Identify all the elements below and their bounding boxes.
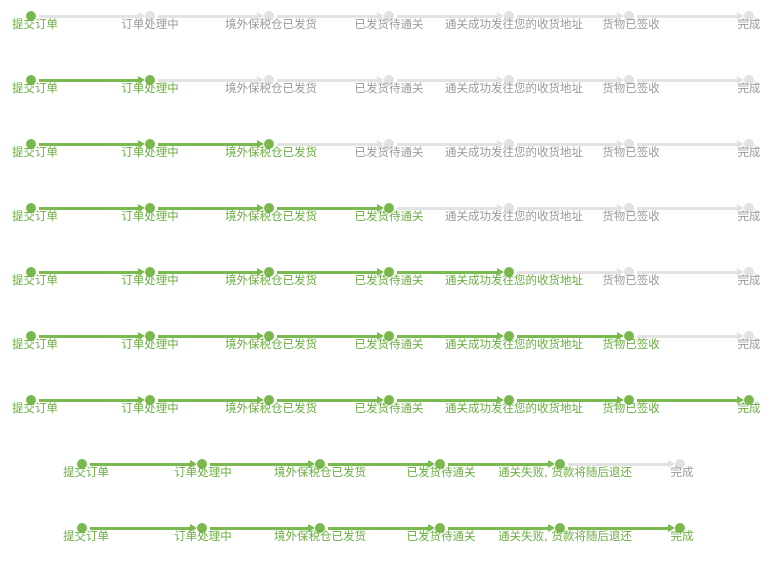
step-label: 境外保税仓已发货 — [225, 209, 317, 223]
step-label: 境外保税仓已发货 — [225, 401, 317, 415]
step-label: 提交订单 — [63, 465, 109, 479]
progress-tracker: 提交订单 订单处理中 境外保税仓已发货 已发货待通关 通关成功发往您的收货地址 货物已签收… — [0, 192, 780, 240]
step-label: 完成 — [737, 273, 761, 287]
step-label: 完成 — [737, 337, 761, 351]
step-label: 订单处理中 — [121, 145, 179, 159]
step-label: 通关失败, 货款将随后退还 — [498, 529, 632, 543]
step-label: 完成 — [670, 465, 694, 479]
step-label: 订单处理中 — [121, 81, 179, 95]
step-label: 订单处理中 — [121, 273, 179, 287]
progress-tracker: 提交订单 订单处理中 境外保税仓已发货 已发货待通关 通关成功发往您的收货地址 货物已签收… — [0, 256, 780, 304]
step-label: 已发货待通关 — [354, 17, 424, 31]
step-label: 已发货待通关 — [406, 465, 476, 479]
step-label: 通关成功发往您的收货地址 — [445, 81, 583, 95]
step-label: 货物已签收 — [602, 273, 660, 287]
step-label: 完成 — [670, 529, 694, 543]
step-label: 提交订单 — [12, 81, 58, 95]
step-label: 提交订单 — [12, 17, 58, 31]
step-label: 提交订单 — [12, 209, 58, 223]
step-label: 提交订单 — [12, 145, 58, 159]
step-label: 境外保税仓已发货 — [225, 145, 317, 159]
step-label: 通关成功发往您的收货地址 — [445, 401, 583, 415]
step-label: 境外保税仓已发货 — [225, 337, 317, 351]
step-label: 提交订单 — [12, 401, 58, 415]
step-label: 货物已签收 — [602, 17, 660, 31]
step-label: 订单处理中 — [121, 209, 179, 223]
step-label: 通关成功发往您的收货地址 — [445, 209, 583, 223]
progress-tracker: 提交订单 订单处理中 境外保税仓已发货 已发货待通关 通关成功发往您的收货地址 货物已签收… — [0, 320, 780, 368]
order-progress-trackers: 提交订单 订单处理中 境外保税仓已发货 已发货待通关 通关成功发往您的收货地址 货物已签收… — [0, 0, 780, 568]
step-label: 通关成功发往您的收货地址 — [445, 145, 583, 159]
step-label: 境外保税仓已发货 — [225, 17, 317, 31]
step-label: 已发货待通关 — [406, 529, 476, 543]
step-label: 货物已签收 — [602, 81, 660, 95]
progress-tracker: 提交订单 订单处理中 境外保税仓已发货 已发货待通关 通关失败, 货款将随后退还 完成 — [0, 512, 780, 560]
step-label: 已发货待通关 — [354, 81, 424, 95]
step-label: 通关成功发往您的收货地址 — [445, 17, 583, 31]
step-label: 订单处理中 — [121, 17, 179, 31]
step-label: 境外保税仓已发货 — [225, 81, 317, 95]
step-label: 完成 — [737, 401, 761, 415]
step-label: 订单处理中 — [121, 401, 179, 415]
step-label: 订单处理中 — [174, 529, 232, 543]
step-label: 货物已签收 — [602, 401, 660, 415]
step-label: 提交订单 — [63, 529, 109, 543]
step-label: 完成 — [737, 17, 761, 31]
step-label: 提交订单 — [12, 337, 58, 351]
step-label: 已发货待通关 — [354, 145, 424, 159]
step-label: 订单处理中 — [121, 337, 179, 351]
step-label: 已发货待通关 — [354, 337, 424, 351]
step-label: 完成 — [737, 81, 761, 95]
step-label: 通关成功发往您的收货地址 — [445, 337, 583, 351]
step-label: 已发货待通关 — [354, 401, 424, 415]
progress-tracker: 提交订单 订单处理中 境外保税仓已发货 已发货待通关 通关成功发往您的收货地址 货物已签收… — [0, 64, 780, 112]
step-label: 提交订单 — [12, 273, 58, 287]
step-label: 订单处理中 — [174, 465, 232, 479]
step-label: 完成 — [737, 209, 761, 223]
step-label: 完成 — [737, 145, 761, 159]
step-label: 通关成功发往您的收货地址 — [445, 273, 583, 287]
step-label: 通关失败, 货款将随后退还 — [498, 465, 632, 479]
step-label: 货物已签收 — [602, 209, 660, 223]
progress-tracker: 提交订单 订单处理中 境外保税仓已发货 已发货待通关 通关成功发往您的收货地址 货物已签收… — [0, 0, 780, 48]
progress-tracker: 提交订单 订单处理中 境外保税仓已发货 已发货待通关 通关成功发往您的收货地址 货物已签收… — [0, 384, 780, 432]
progress-tracker: 提交订单 订单处理中 境外保税仓已发货 已发货待通关 通关成功发往您的收货地址 货物已签收… — [0, 128, 780, 176]
step-label: 已发货待通关 — [354, 273, 424, 287]
step-label: 境外保税仓已发货 — [274, 465, 366, 479]
step-label: 已发货待通关 — [354, 209, 424, 223]
step-label: 境外保税仓已发货 — [274, 529, 366, 543]
progress-tracker: 提交订单 订单处理中 境外保税仓已发货 已发货待通关 通关失败, 货款将随后退还 完成 — [0, 448, 780, 496]
step-label: 货物已签收 — [602, 145, 660, 159]
step-label: 境外保税仓已发货 — [225, 273, 317, 287]
step-label: 货物已签收 — [602, 337, 660, 351]
